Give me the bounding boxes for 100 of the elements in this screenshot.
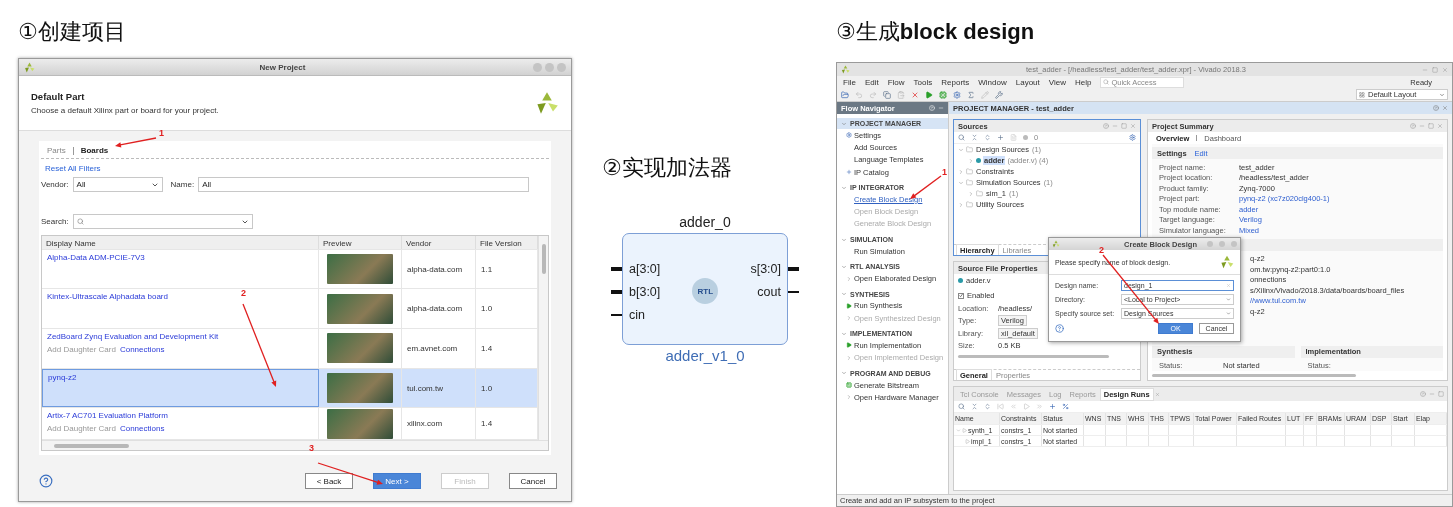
photo-placeholder [327,293,393,324]
table-row[interactable]: ZedBoard Zynq Evaluation and Development Kit Add Daughter Card Connections em.avnet.com 1.4 [42,329,538,369]
close-icon[interactable] [1437,123,1443,129]
logo-icon [1220,255,1234,269]
maximize-icon[interactable] [1428,123,1434,129]
undo-icon[interactable] [855,90,863,99]
column-header[interactable]: Vendor [402,236,476,249]
connections-link[interactable]: Connections [119,424,165,434]
page-title: Default Part [31,91,86,102]
plus-icon[interactable] [997,134,1004,141]
menu-item[interactable]: Edit [864,77,879,87]
port-label: s[3:0] [750,261,781,278]
menu-item[interactable]: View [1048,77,1066,87]
column-header[interactable]: Display Name [42,236,319,249]
menu-item[interactable]: Flow [887,77,905,87]
percent-icon[interactable] [1062,403,1069,410]
annotation-arrow [115,137,157,148]
document-icon[interactable] [1010,134,1017,141]
board-name[interactable]: pynq-z2 [48,372,77,382]
close-icon[interactable] [1442,105,1448,111]
expand-icon[interactable] [984,134,991,141]
menu-item[interactable]: File [843,77,856,87]
play-icon [845,342,852,349]
collapse-icon[interactable] [971,134,978,141]
photo-placeholder [327,408,393,439]
table-row[interactable]: Artix-7 AC701 Evaluation Platform Add Daughter Card Connections xilinx.com 1.4 [42,408,538,440]
maximize-icon[interactable] [1121,123,1127,129]
connections-link[interactable]: Connections [119,345,165,355]
column-header[interactable]: File Version [476,236,538,249]
step-heading: ①创建项目 [18,18,127,46]
close-icon[interactable] [1154,391,1160,397]
clipboard-icon[interactable] [897,90,905,99]
folder-icon [976,190,983,197]
ip-block[interactable]: a[3:0] b[3:0] cin RTL s[3:0] cout [622,233,788,345]
plus-icon[interactable] [1049,403,1056,410]
board-name[interactable]: Kintex-Ultrascale Alphadata board [47,292,168,302]
pencil-icon[interactable] [981,90,989,99]
daughter-card-label: Add Daughter Card [47,424,116,434]
next-icon[interactable] [1036,403,1043,410]
sigma-icon[interactable] [967,90,975,99]
status-dot-icon [1023,135,1028,140]
column-header[interactable]: Preview [319,236,402,249]
tab[interactable]: Parts [45,146,68,155]
port-pin[interactable] [611,313,622,316]
close-icon[interactable] [1130,123,1136,129]
help-icon[interactable] [39,474,53,488]
dialog-button[interactable]: Cancel [509,473,557,489]
gear-icon[interactable] [1129,134,1136,141]
menu-item[interactable]: Reports [941,77,970,87]
table-row[interactable]: Alpha-Data ADM-PCIE-7V3 alpha-data.com 1.1 [42,249,538,290]
port-pin[interactable] [611,289,622,294]
search-field[interactable] [72,214,253,229]
port-pin[interactable] [788,266,799,271]
help-icon[interactable] [1055,324,1064,333]
wrench-icon[interactable] [995,90,1003,99]
table-cell: tul.com.tw [402,368,476,408]
search-icon[interactable] [958,403,965,410]
gear-icon[interactable] [953,90,961,99]
vendor-select[interactable]: All [72,177,163,192]
expand-icon[interactable] [984,403,991,410]
chip-icon[interactable] [939,90,947,99]
name-field[interactable]: All [198,177,530,192]
play-icon[interactable] [925,90,933,99]
search-icon[interactable] [958,134,965,141]
dialog-button[interactable]: < Back [305,473,353,489]
board-name[interactable]: Artix-7 AC701 Evaluation Platform [47,411,168,421]
scrollbar[interactable] [42,440,548,450]
dialog-button[interactable]: Next > [373,473,421,489]
menu-item[interactable]: Help [1074,77,1092,87]
port-pin[interactable] [611,266,622,271]
maximize-icon[interactable] [1432,66,1438,73]
port-pin[interactable] [788,290,799,293]
chevron-icon [841,370,847,377]
port-label: a[3:0] [629,261,661,278]
checkbox[interactable] [958,292,964,299]
help-icon[interactable] [1433,105,1439,111]
chevron-icon [845,315,852,322]
collapse-icon[interactable] [971,403,978,410]
previous-icon[interactable] [1010,403,1017,410]
board-name[interactable]: Alpha-Data ADM-PCIE-7V3 [47,252,145,262]
menu-item[interactable]: Window [978,77,1007,87]
tab[interactable]: Boards [78,146,111,155]
maximize-icon[interactable] [1438,391,1444,397]
menu-item[interactable]: Layout [1015,77,1040,87]
instance-name: adder_0 [679,214,731,230]
copy-icon[interactable] [883,90,891,99]
page-subtitle: Choose a default Xilinx part or board for your project. [31,106,219,115]
scrollbar[interactable] [538,236,548,440]
redo-icon[interactable] [869,90,877,99]
close-icon[interactable] [1442,66,1448,73]
first-icon[interactable] [997,403,1004,410]
play-icon[interactable] [1023,403,1030,410]
minimize-icon[interactable] [938,105,944,111]
board-name[interactable]: ZedBoard Zynq Evaluation and Development Kit [47,332,219,342]
folder-icon[interactable] [841,90,849,99]
table-row[interactable]: pynq-z2 tul.com.tw 1.0 [42,368,538,409]
x-mark-icon[interactable] [911,90,919,99]
step-number: 1 [942,168,947,177]
menu-item[interactable]: Tools [913,77,933,87]
reset-link[interactable]: Reset All Filters [41,159,105,175]
